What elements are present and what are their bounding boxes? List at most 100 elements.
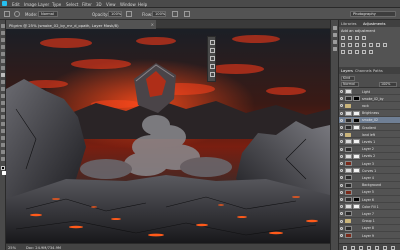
opacity-input[interactable]: 100% — [108, 11, 122, 17]
foreground-color-swatch[interactable] — [1, 166, 5, 170]
visibility-eye-icon[interactable] — [340, 111, 343, 115]
properties-icon[interactable] — [209, 48, 215, 53]
hue-saturation-icon[interactable] — [348, 43, 352, 47]
tab-libraries[interactable]: Libraries — [341, 22, 357, 26]
layer-mask-thumbnail[interactable] — [353, 197, 360, 202]
layer-mask-thumbnail[interactable] — [353, 139, 360, 145]
eyedropper-tool-icon[interactable] — [1, 59, 5, 63]
layer-row[interactable]: Layer 9 — [339, 232, 400, 240]
layer-thumbnail[interactable] — [345, 225, 352, 231]
layer-mask-thumbnail[interactable] — [353, 110, 360, 116]
tab-paths[interactable]: Paths — [373, 69, 383, 73]
link-layers-icon[interactable] — [343, 245, 347, 250]
move-tool-icon[interactable] — [1, 24, 5, 28]
layer-thumbnail[interactable] — [345, 125, 352, 130]
hand-tool-icon[interactable] — [1, 150, 5, 154]
shape-tool-icon[interactable] — [1, 143, 5, 147]
visibility-eye-icon[interactable] — [340, 205, 343, 209]
photo-filter-icon[interactable] — [369, 43, 373, 47]
layer-row[interactable]: smoke_02 — [339, 116, 400, 124]
layer-row[interactable]: Color Fill 1 — [339, 203, 400, 211]
menu-type[interactable]: Type — [52, 2, 61, 7]
character-icon[interactable] — [209, 64, 215, 69]
color-lookup-icon[interactable] — [383, 43, 387, 47]
layer-mask-thumbnail[interactable] — [353, 153, 360, 159]
eraser-tool-icon[interactable] — [1, 94, 5, 98]
visibility-eye-icon[interactable] — [340, 169, 343, 173]
visibility-eye-icon[interactable] — [340, 140, 343, 144]
pen-tool-icon[interactable] — [1, 122, 5, 126]
layer-row[interactable]: Layer 3 — [339, 160, 400, 168]
artwork-canvas[interactable] — [6, 29, 330, 243]
layer-row[interactable]: Layer 7 — [339, 210, 400, 218]
threshold-icon[interactable] — [355, 50, 359, 54]
layer-thumbnail[interactable] — [345, 189, 352, 195]
curves-icon[interactable] — [355, 36, 359, 40]
layer-mask-thumbnail[interactable] — [353, 168, 360, 174]
layer-row[interactable]: smoke_02_by — [339, 95, 400, 103]
layer-thumbnail[interactable] — [345, 89, 352, 94]
flow-input[interactable]: 100% — [152, 11, 166, 17]
layer-thumbnail[interactable] — [345, 117, 352, 123]
layer-style-icon[interactable] — [351, 245, 355, 250]
gradient-tool-icon[interactable] — [1, 101, 5, 105]
layer-row[interactable]: Curves 1 — [339, 167, 400, 175]
document-tab[interactable]: Pilgrim @ 25% (smoke_02_by_mr_d_opath, L… — [6, 20, 156, 29]
layer-thumbnail[interactable] — [345, 161, 352, 166]
channel-mixer-icon[interactable] — [376, 43, 380, 47]
visibility-eye-icon[interactable] — [340, 90, 343, 93]
layer-filter-kind[interactable]: Kind — [341, 75, 355, 81]
visibility-eye-icon[interactable] — [340, 219, 343, 223]
brush-tool-icon[interactable] — [1, 73, 5, 77]
layer-thumbnail[interactable] — [345, 211, 352, 217]
pressure-opacity-icon[interactable] — [126, 11, 132, 17]
mode-select[interactable]: Normal — [38, 11, 58, 17]
dodge-tool-icon[interactable] — [1, 115, 5, 119]
add-mask-icon[interactable] — [359, 245, 363, 250]
workspace-select[interactable]: Photography — [350, 11, 396, 17]
canvas-area[interactable] — [6, 29, 330, 243]
new-adjustment-icon[interactable] — [367, 245, 371, 250]
layer-thumbnail[interactable] — [345, 146, 352, 152]
history-icon[interactable] — [209, 40, 215, 45]
photoshop-logo-icon[interactable] — [2, 1, 7, 6]
zoom-level[interactable]: 25% — [8, 246, 16, 250]
invert-icon[interactable] — [341, 50, 345, 54]
layer-thumbnail[interactable] — [345, 96, 352, 102]
type-tool-icon[interactable] — [1, 129, 5, 133]
color-balance-icon[interactable] — [355, 43, 359, 47]
pressure-size-icon[interactable] — [184, 11, 190, 17]
new-layer-icon[interactable] — [383, 245, 387, 250]
tab-adjustments[interactable]: Adjustments — [363, 22, 386, 26]
visibility-eye-icon[interactable] — [340, 162, 343, 165]
levels-icon[interactable] — [348, 36, 352, 40]
crop-tool-icon[interactable] — [1, 52, 5, 56]
clone-stamp-tool-icon[interactable] — [1, 80, 5, 84]
layer-row[interactable]: Gradient — [339, 124, 400, 132]
visibility-eye-icon[interactable] — [340, 198, 343, 201]
visibility-eye-icon[interactable] — [340, 133, 343, 137]
layer-thumbnail[interactable] — [345, 110, 352, 116]
layer-thumbnail[interactable] — [345, 168, 352, 174]
swatches-panel-icon[interactable] — [333, 40, 337, 44]
layer-row[interactable]: Layer 2 — [339, 145, 400, 153]
new-group-icon[interactable] — [375, 245, 379, 250]
history-brush-tool-icon[interactable] — [1, 87, 5, 91]
visibility-eye-icon[interactable] — [340, 104, 343, 108]
visibility-eye-icon[interactable] — [340, 234, 343, 237]
menu-window[interactable]: Window — [120, 2, 136, 7]
layer-row[interactable]: Background — [339, 181, 400, 189]
layer-mask-thumbnail[interactable] — [353, 204, 360, 210]
visibility-eye-icon[interactable] — [340, 212, 343, 216]
layer-row[interactable]: Layer 5 — [339, 188, 400, 196]
layer-row[interactable]: rock — [339, 102, 400, 110]
zoom-tool-icon[interactable] — [1, 157, 5, 161]
tab-channels[interactable]: Channels — [355, 69, 372, 73]
layer-thumbnail[interactable] — [345, 204, 352, 210]
blend-mode-select[interactable]: Normal — [341, 82, 359, 87]
menu-3d[interactable]: 3D — [96, 2, 102, 7]
visibility-eye-icon[interactable] — [340, 154, 343, 158]
delete-layer-icon[interactable] — [391, 245, 395, 250]
menu-layer[interactable]: Layer — [38, 2, 49, 7]
layer-thumbnail[interactable] — [345, 175, 352, 181]
